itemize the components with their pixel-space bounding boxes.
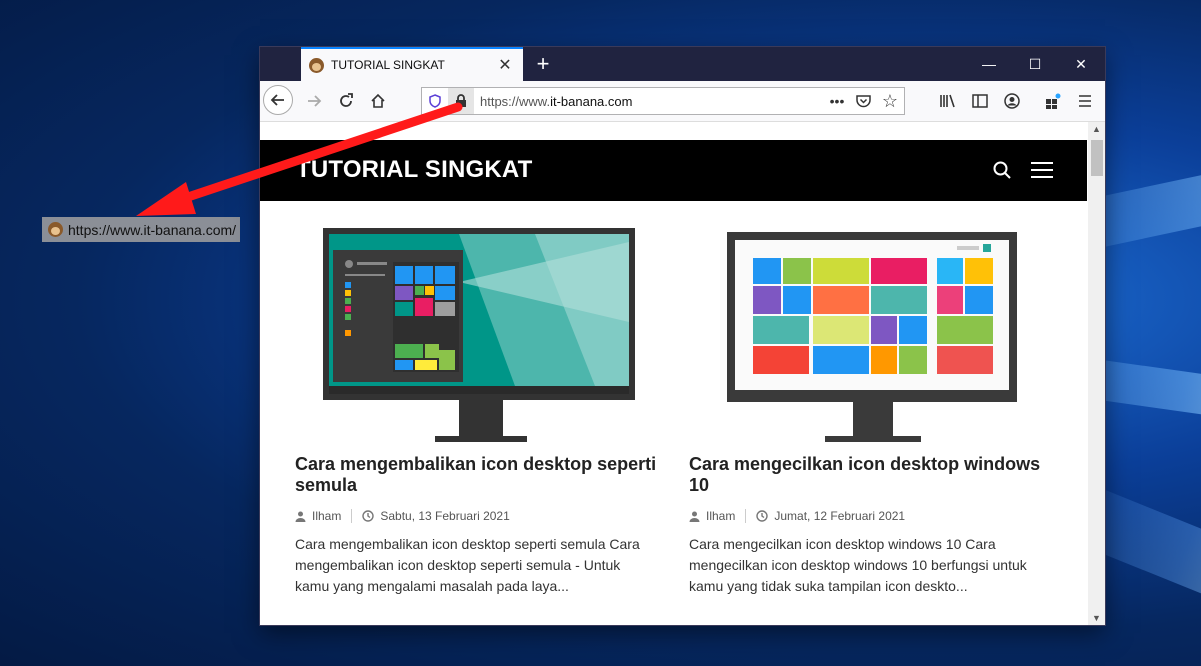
- pocket-icon[interactable]: [850, 94, 876, 108]
- post-title-link[interactable]: Cara mengecilkan icon desktop windows 10: [689, 454, 1051, 496]
- forward-icon: [308, 95, 322, 107]
- account-icon: [1004, 93, 1020, 109]
- post-date: Jumat, 12 Februari 2021: [774, 509, 906, 523]
- meta-divider: [745, 509, 747, 523]
- scrollbar-thumb[interactable]: [1091, 140, 1103, 176]
- back-button[interactable]: [263, 85, 293, 115]
- nav-toolbar: https://www.it-banana.com ••• ☆: [260, 81, 1105, 122]
- menu-icon: [1079, 95, 1091, 107]
- shield-icon[interactable]: [422, 88, 448, 114]
- post-thumbnail[interactable]: [689, 222, 1051, 442]
- address-bar[interactable]: https://www.it-banana.com ••• ☆: [421, 87, 905, 115]
- home-button[interactable]: [364, 87, 392, 115]
- reload-icon: [340, 93, 353, 107]
- dragged-link-chip[interactable]: https://www.it-banana.com/: [42, 217, 240, 242]
- sidebar-icon: [972, 94, 988, 108]
- post-meta: Ilham Sabtu, 13 Februari 2021: [295, 509, 657, 523]
- url-host: it-banana.com: [550, 93, 633, 109]
- scroll-down-icon[interactable]: ▼: [1092, 613, 1101, 623]
- meta-divider: [351, 509, 353, 523]
- menu-button[interactable]: [1071, 87, 1099, 115]
- url-text: https://www.it-banana.com: [480, 94, 824, 109]
- scroll-up-icon[interactable]: ▲: [1092, 124, 1101, 134]
- minimize-button[interactable]: —: [966, 47, 1012, 81]
- tab-close-icon[interactable]: ✕: [495, 55, 515, 75]
- clock-icon: [756, 510, 769, 522]
- home-icon: [371, 93, 385, 108]
- dragged-link-url: https://www.it-banana.com/: [68, 221, 237, 238]
- forward-button[interactable]: [300, 87, 328, 115]
- reload-button[interactable]: [332, 87, 360, 115]
- lock-icon[interactable]: [448, 88, 474, 114]
- tab-active[interactable]: TUTORIAL SINGKAT ✕: [301, 47, 523, 81]
- site-title[interactable]: TUTORIAL SINGKAT: [296, 156, 533, 184]
- post-thumbnail[interactable]: [295, 222, 657, 442]
- extensions-button[interactable]: [1039, 87, 1067, 115]
- extensions-icon: [1046, 93, 1061, 109]
- post-author[interactable]: Ilham: [312, 509, 341, 523]
- library-icon: [940, 94, 955, 108]
- post-excerpt: Cara mengecilkan icon desktop windows 10…: [689, 536, 1027, 594]
- post-title-link[interactable]: Cara mengembalikan icon desktop seperti …: [295, 454, 657, 496]
- post-excerpt: Cara mengembalikan icon desktop seperti …: [295, 536, 640, 594]
- page-scrollbar[interactable]: ▲ ▼: [1088, 122, 1105, 625]
- library-button[interactable]: [934, 87, 962, 115]
- post-author[interactable]: Ilham: [706, 509, 735, 523]
- clock-icon: [362, 510, 375, 522]
- tab-strip: TUTORIAL SINGKAT ✕ + — ☐ ✕: [260, 47, 1105, 81]
- user-icon: [689, 511, 700, 522]
- post-meta: Ilham Jumat, 12 Februari 2021: [689, 509, 1051, 523]
- post-card: Cara mengembalikan icon desktop seperti …: [295, 222, 657, 597]
- tab-title: TUTORIAL SINGKAT: [331, 58, 445, 72]
- star-icon[interactable]: ☆: [876, 91, 904, 112]
- site-favicon-icon: [48, 222, 63, 237]
- sidebar-button[interactable]: [966, 87, 994, 115]
- back-icon: [270, 94, 284, 106]
- page-viewport: TUTORIAL SINGKAT Cara mengembalikan icon…: [260, 122, 1105, 625]
- url-scheme: https://www.: [480, 93, 551, 109]
- search-icon[interactable]: [993, 161, 1011, 179]
- account-button[interactable]: [998, 87, 1026, 115]
- tab-favicon-icon: [309, 57, 324, 73]
- close-window-button[interactable]: ✕: [1058, 47, 1104, 81]
- more-icon[interactable]: •••: [824, 93, 850, 109]
- browser-window: TUTORIAL SINGKAT ✕ + — ☐ ✕ https://www.i: [260, 47, 1105, 625]
- post-card: Cara mengecilkan icon desktop windows 10…: [689, 222, 1051, 597]
- hamburger-icon[interactable]: [1031, 162, 1053, 178]
- new-tab-button[interactable]: +: [530, 51, 556, 77]
- post-date: Sabtu, 13 Februari 2021: [380, 509, 510, 523]
- site-header: TUTORIAL SINGKAT: [260, 140, 1087, 201]
- maximize-button[interactable]: ☐: [1012, 47, 1058, 81]
- user-icon: [295, 511, 306, 522]
